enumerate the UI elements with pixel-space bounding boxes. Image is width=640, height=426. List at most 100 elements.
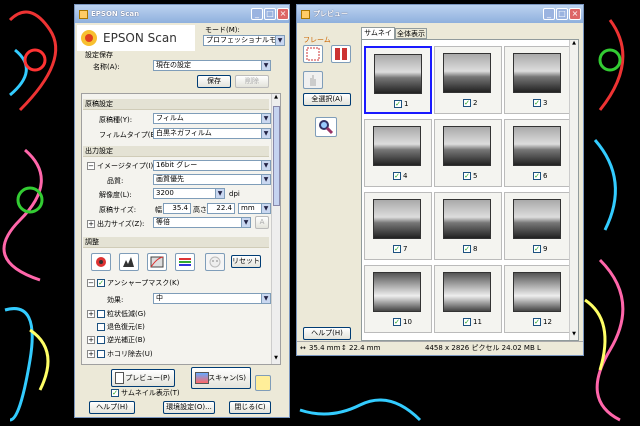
tone-curve-icon[interactable] bbox=[147, 253, 167, 271]
tab-thumbnail[interactable]: サムネイル bbox=[361, 27, 395, 48]
grain-expand-icon[interactable]: + bbox=[87, 310, 95, 318]
thumbnail-item[interactable]: ✓ 9 bbox=[504, 192, 572, 260]
folder-icon[interactable] bbox=[255, 375, 271, 391]
select-all-button[interactable]: 全選択(A) bbox=[303, 93, 351, 106]
resolution-select[interactable]: 3200 ▼ bbox=[153, 188, 225, 199]
output-size-select[interactable]: 等倍 ▼ bbox=[153, 217, 251, 228]
thumbnail-checkbox[interactable]: ✓ bbox=[463, 172, 471, 180]
histogram-adjust-icon[interactable] bbox=[91, 253, 111, 271]
thumbnail-item[interactable]: ✓ 12 bbox=[504, 265, 572, 333]
scan-button[interactable]: スキャン(S) bbox=[191, 367, 251, 389]
output-size-expand-icon[interactable]: + bbox=[87, 220, 95, 228]
thumbnail-number: 8 bbox=[473, 245, 478, 253]
preview-help-button[interactable]: ヘルプ(H) bbox=[303, 327, 351, 340]
quality-select[interactable]: 画質優先 ▼ bbox=[153, 174, 271, 185]
thumbnail-photo bbox=[513, 126, 561, 166]
preview-minimize-icon[interactable]: _ bbox=[543, 8, 555, 20]
thumbnail-checkbox[interactable]: ✓ bbox=[533, 318, 541, 326]
resolution-label: 解像度(L): bbox=[99, 191, 132, 199]
thumbnail-item[interactable]: ✓ 4 bbox=[364, 119, 432, 187]
maximize-icon[interactable]: □ bbox=[264, 8, 276, 20]
app-icon bbox=[79, 9, 88, 19]
tab-full-view[interactable]: 全体表示 bbox=[395, 28, 427, 39]
preset-header: 設定保存 bbox=[85, 51, 113, 59]
thumbnail-checkbox[interactable]: ✓ bbox=[463, 99, 471, 107]
mode-label: モード(M): bbox=[205, 26, 240, 34]
backlight-expand-icon[interactable]: + bbox=[87, 336, 95, 344]
close-icon[interactable]: × bbox=[277, 8, 289, 20]
auto-frame-icon[interactable] bbox=[331, 45, 351, 63]
scroll-up-icon[interactable]: ▲ bbox=[272, 94, 280, 103]
help-button[interactable]: ヘルプ(H) bbox=[89, 401, 135, 414]
size-unit-select[interactable]: mm ▼ bbox=[238, 203, 271, 214]
delete-button[interactable]: 削除 bbox=[235, 75, 269, 88]
effect-select[interactable]: 中 ▼ bbox=[153, 293, 271, 304]
thumbnail-photo bbox=[513, 199, 561, 239]
width-input[interactable]: 35.4 bbox=[163, 203, 191, 214]
thumbnail-item[interactable]: ✓ 2 bbox=[434, 46, 502, 114]
image-type-select[interactable]: 16bit グレー ▼ bbox=[153, 160, 271, 171]
thumbnail-photo bbox=[513, 272, 561, 312]
zoom-icon[interactable] bbox=[315, 117, 337, 137]
backlight-checkbox[interactable] bbox=[97, 336, 105, 344]
doc-type-select[interactable]: フィルム ▼ bbox=[153, 113, 271, 124]
image-type-collapse-icon[interactable]: − bbox=[87, 162, 95, 170]
chevron-down-icon: ▼ bbox=[275, 36, 284, 45]
preview-maximize-icon[interactable]: □ bbox=[556, 8, 568, 20]
unsharp-checkbox[interactable]: ✓ bbox=[97, 279, 105, 287]
thumbnail-checkbox[interactable]: ✓ bbox=[463, 318, 471, 326]
scroll-up-icon[interactable]: ▲ bbox=[570, 40, 578, 49]
color-palette-icon[interactable] bbox=[205, 253, 225, 271]
chevron-down-icon: ▼ bbox=[261, 129, 270, 138]
reset-button[interactable]: リセット bbox=[231, 255, 261, 268]
thumbnail-checkbox[interactable]: ✓ bbox=[533, 99, 541, 107]
preview-close-icon[interactable]: × bbox=[569, 8, 581, 20]
preview-title-bar[interactable]: プレビュー bbox=[297, 5, 583, 23]
thumbnail-photo bbox=[443, 272, 491, 312]
thumbnail-checkbox[interactable]: ✓ bbox=[393, 172, 401, 180]
scrollbar-thumb[interactable] bbox=[273, 106, 280, 206]
thumbnail-item[interactable]: ✓ 3 bbox=[504, 46, 572, 114]
thumbnail-item[interactable]: ✓ 1 bbox=[364, 46, 432, 114]
chevron-down-icon: ▼ bbox=[261, 175, 270, 184]
thumbnail-checkbox[interactable]: ✓ bbox=[463, 245, 471, 253]
thumbnail-checkbox[interactable]: ✓ bbox=[393, 318, 401, 326]
scroll-down-icon[interactable]: ▼ bbox=[570, 331, 578, 340]
film-type-select[interactable]: 白黒ネガフィルム ▼ bbox=[153, 128, 271, 139]
preview-button[interactable]: プレビュー(P) bbox=[111, 369, 175, 387]
minimize-icon[interactable]: _ bbox=[251, 8, 263, 20]
thumbnail-item[interactable]: ✓ 10 bbox=[364, 265, 432, 333]
save-button[interactable]: 保存 bbox=[197, 75, 231, 88]
color-balance-icon[interactable] bbox=[175, 253, 195, 271]
thumbnail-checkbox[interactable]: ✓ bbox=[111, 389, 119, 397]
close-button[interactable]: 閉じる(C) bbox=[229, 401, 271, 414]
backlight-label: 逆光補正(B) bbox=[107, 336, 146, 344]
hand-tool-icon[interactable] bbox=[303, 71, 323, 89]
height-input[interactable]: 22.4 bbox=[207, 203, 235, 214]
thumbnail-item[interactable]: ✓ 7 bbox=[364, 192, 432, 260]
settings-button[interactable]: 環境設定(O)... bbox=[163, 401, 215, 414]
lock-aspect-button[interactable]: A bbox=[255, 216, 269, 229]
preset-name-select[interactable]: 現在の設定 ▼ bbox=[153, 60, 271, 71]
thumbnail-checkbox[interactable]: ✓ bbox=[533, 172, 541, 180]
unsharp-collapse-icon[interactable]: − bbox=[87, 279, 95, 287]
thumbnail-item[interactable]: ✓ 8 bbox=[434, 192, 502, 260]
thumbnail-checkbox[interactable]: ✓ bbox=[394, 100, 402, 108]
thumbnail-item[interactable]: ✓ 5 bbox=[434, 119, 502, 187]
scrollbar[interactable]: ▲ ▼ bbox=[271, 94, 280, 364]
level-adjust-icon[interactable] bbox=[119, 253, 139, 271]
scroll-down-icon[interactable]: ▼ bbox=[272, 355, 280, 364]
thumbnail-scrollbar[interactable]: ▲ ▼ bbox=[569, 40, 578, 340]
thumbnail-item[interactable]: ✓ 11 bbox=[434, 265, 502, 333]
frame-tool-icon[interactable] bbox=[303, 45, 323, 63]
mode-select[interactable]: プロフェッショナルモード ▼ bbox=[203, 35, 285, 46]
grain-checkbox[interactable] bbox=[97, 310, 105, 318]
preset-name-value: 現在の設定 bbox=[156, 61, 191, 69]
thumbnail-checkbox[interactable]: ✓ bbox=[533, 245, 541, 253]
color-restore-checkbox[interactable] bbox=[97, 323, 105, 331]
preview-app-icon bbox=[301, 9, 310, 19]
dust-expand-icon[interactable]: + bbox=[87, 350, 95, 358]
thumbnail-item[interactable]: ✓ 6 bbox=[504, 119, 572, 187]
dust-checkbox[interactable] bbox=[97, 350, 105, 358]
thumbnail-checkbox[interactable]: ✓ bbox=[393, 245, 401, 253]
